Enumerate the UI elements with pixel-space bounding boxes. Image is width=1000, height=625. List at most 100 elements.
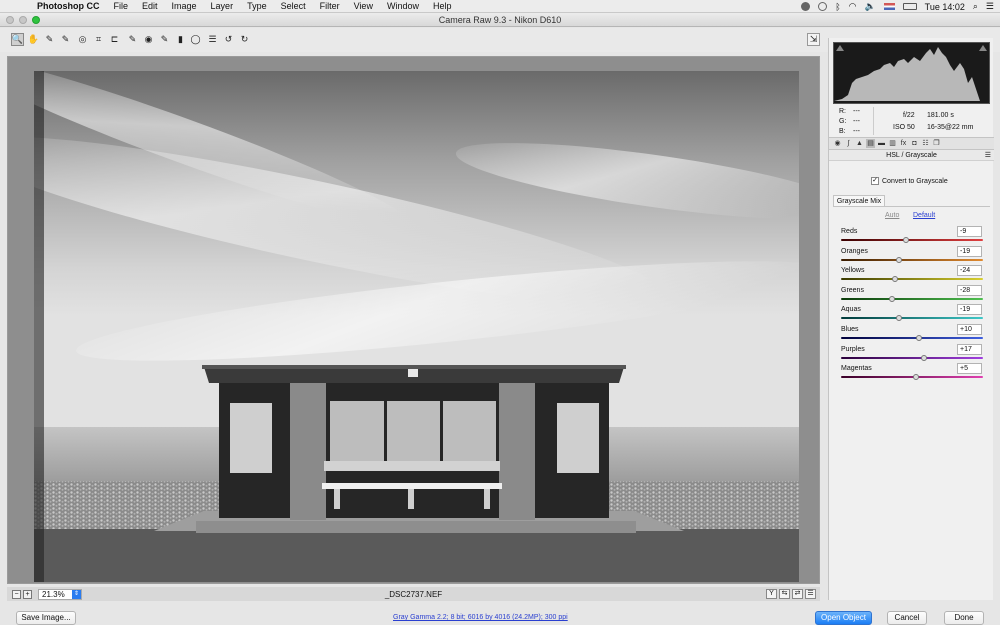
zoom-tool-icon[interactable]: 🔍: [11, 33, 24, 46]
slider-track-aquas[interactable]: [841, 315, 983, 322]
preferences-tool-icon[interactable]: ☰: [206, 33, 219, 46]
slider-thumb-aquas[interactable]: [895, 315, 902, 322]
detail-tab-icon[interactable]: ▲: [855, 139, 864, 148]
clock[interactable]: Tue 14:02: [925, 2, 965, 12]
effects-tab-icon[interactable]: fx: [899, 139, 908, 148]
spot-removal-tool-icon[interactable]: ✎: [126, 33, 139, 46]
done-button[interactable]: Done: [944, 611, 984, 625]
menu-app[interactable]: Photoshop CC: [30, 0, 107, 13]
snapshots-tab-icon[interactable]: ❐: [932, 139, 941, 148]
lens-corrections-tab-icon[interactable]: ▥: [888, 139, 897, 148]
slider-thumb-reds[interactable]: [902, 237, 909, 243]
slider-track-blues[interactable]: [841, 335, 983, 341]
zoom-level-select[interactable]: 21.3% ⇕: [38, 588, 82, 600]
red-eye-tool-icon[interactable]: ◉: [142, 33, 155, 46]
slider-value-yellows[interactable]: -24: [957, 265, 982, 277]
menu-layer[interactable]: Layer: [204, 0, 241, 13]
presets-tab-icon[interactable]: ☷: [921, 139, 930, 148]
convert-grayscale-checkbox[interactable]: ✓: [871, 177, 879, 185]
slider-thumb-blues[interactable]: [916, 335, 923, 341]
slider-thumb-oranges[interactable]: [895, 256, 902, 263]
creative-cloud-icon[interactable]: [801, 2, 811, 11]
rotate-left-tool-icon[interactable]: ↺: [222, 33, 235, 46]
slider-track-yellows[interactable]: [841, 276, 983, 283]
slider-thumb-purples[interactable]: [921, 354, 928, 361]
split-toning-tab-icon[interactable]: ▬: [877, 139, 886, 148]
slider-value-oranges[interactable]: -19: [957, 245, 982, 257]
spotlight-icon[interactable]: ⌕: [973, 1, 978, 12]
wifi-icon[interactable]: ◠: [849, 1, 857, 12]
swap-settings-icon[interactable]: ⇄: [792, 589, 803, 599]
tone-curve-tab-icon[interactable]: ∫: [844, 139, 853, 148]
info-divider: [873, 107, 874, 135]
menu-window[interactable]: Window: [380, 0, 426, 13]
slider-value-blues[interactable]: +10: [957, 324, 982, 335]
slider-value-magentas[interactable]: +5: [957, 363, 982, 375]
camera-calibration-tab-icon[interactable]: ◘: [910, 139, 919, 148]
basic-tab-icon[interactable]: ◉: [833, 139, 842, 148]
input-flag-icon[interactable]: [883, 3, 895, 10]
save-image-button[interactable]: Save Image...: [16, 611, 76, 625]
open-object-button[interactable]: Open Object: [815, 611, 872, 625]
slider-thumb-magentas[interactable]: [912, 374, 919, 381]
menu-file[interactable]: File: [107, 0, 136, 13]
menu-select[interactable]: Select: [274, 0, 313, 13]
before-after-icon[interactable]: ⇆: [779, 589, 790, 599]
section-title-text: HSL / Grayscale: [886, 152, 937, 159]
fullscreen-toggle-icon[interactable]: ⇲: [807, 33, 820, 46]
slider-track-oranges[interactable]: [841, 256, 983, 263]
zoom-in-icon[interactable]: +: [23, 589, 32, 599]
workflow-options-link[interactable]: Gray Gamma 2.2; 8 bit; 6016 by 4016 (24.…: [393, 614, 568, 621]
preview-preferences-icon[interactable]: ☰: [805, 589, 816, 599]
auto-link[interactable]: Auto: [885, 212, 899, 219]
slider-label-purples: Purples: [841, 345, 865, 353]
bluetooth-icon[interactable]: ᛒ: [835, 2, 840, 12]
menu-edit[interactable]: Edit: [135, 0, 165, 13]
panel-tabs: ◉ ∫ ▲ ▤ ▬ ▥ fx ◘ ☷ ❐: [829, 137, 994, 150]
zoom-window-icon[interactable]: [32, 16, 40, 24]
y-view-toggle-icon[interactable]: Y: [766, 589, 777, 599]
menu-help[interactable]: Help: [426, 0, 459, 13]
slider-track-greens[interactable]: [841, 295, 983, 302]
volume-icon[interactable]: 🔈: [864, 1, 875, 12]
slider-track-purples[interactable]: [841, 354, 983, 361]
default-link[interactable]: Default: [913, 212, 935, 219]
straighten-tool-icon[interactable]: ⊏: [108, 33, 121, 46]
slider-thumb-yellows[interactable]: [891, 276, 898, 283]
rotate-right-tool-icon[interactable]: ↻: [238, 33, 251, 46]
graduated-filter-tool-icon[interactable]: ▮: [174, 33, 187, 46]
convert-grayscale-row[interactable]: ✓ Convert to Grayscale: [871, 177, 948, 185]
slider-track-magentas[interactable]: [841, 374, 983, 381]
color-sampler-tool-icon[interactable]: ✎: [59, 33, 72, 46]
minimize-window-icon[interactable]: [19, 16, 27, 24]
adjustment-brush-tool-icon[interactable]: ✎: [158, 33, 171, 46]
crop-tool-icon[interactable]: ⌗: [92, 33, 105, 46]
slider-value-greens[interactable]: -28: [957, 284, 982, 296]
targeted-adjustment-tool-icon[interactable]: ◎: [76, 33, 89, 46]
battery-icon[interactable]: [902, 3, 917, 10]
white-balance-tool-icon[interactable]: ✎: [43, 33, 56, 46]
g-label: G:: [839, 118, 847, 125]
notification-center-icon[interactable]: ☰: [986, 1, 994, 12]
menu-image[interactable]: Image: [165, 0, 204, 13]
cancel-button[interactable]: Cancel: [887, 611, 927, 625]
photo-preview[interactable]: [34, 71, 799, 582]
slider-thumb-greens[interactable]: [889, 295, 896, 302]
slider-value-aquas[interactable]: -19: [957, 304, 982, 316]
menu-view[interactable]: View: [347, 0, 380, 13]
menu-filter[interactable]: Filter: [313, 0, 347, 13]
panel-menu-icon[interactable]: ☰: [985, 150, 991, 161]
zoom-out-icon[interactable]: −: [12, 589, 21, 599]
b-value: ---: [853, 128, 860, 135]
apple-menu-icon[interactable]: [12, 1, 22, 11]
slider-value-purples[interactable]: +17: [957, 343, 982, 355]
slider-track-reds[interactable]: [841, 237, 983, 243]
close-window-icon[interactable]: [6, 16, 14, 24]
time-machine-icon[interactable]: [818, 2, 828, 11]
image-preview-area[interactable]: [7, 56, 820, 584]
hsl-tab-icon[interactable]: ▤: [866, 139, 875, 148]
slider-value-reds[interactable]: -9: [957, 226, 982, 237]
radial-filter-tool-icon[interactable]: ◯: [189, 33, 202, 46]
menu-type[interactable]: Type: [240, 0, 274, 13]
hand-tool-icon[interactable]: ✋: [27, 33, 40, 46]
